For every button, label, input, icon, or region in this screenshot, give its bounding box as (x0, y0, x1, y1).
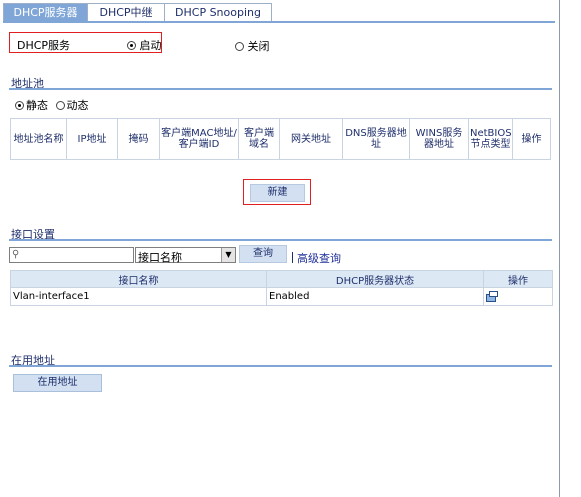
pool-static-option[interactable]: 静态 (15, 99, 54, 112)
pool-table-header: 地址池名称 IP地址 掩码 客户端MAC地址/客户端ID 客户端域名 网关地址 … (10, 118, 551, 160)
col-wins-server: WINS服务器地址 (409, 118, 469, 160)
edit-icon[interactable] (486, 290, 498, 302)
tab-underline (3, 21, 555, 23)
pool-mode-row: 静态 动态 (15, 97, 93, 113)
service-disable-option[interactable]: 关闭 (235, 38, 270, 54)
search-field-select[interactable]: 接口名称 ▼ (135, 247, 236, 264)
link-divider (292, 252, 293, 263)
pool-static-label: 静态 (26, 99, 48, 112)
pool-section-line (9, 88, 552, 90)
pool-dynamic-option[interactable]: 动态 (55, 99, 91, 112)
radio-off-icon[interactable] (55, 101, 65, 110)
search-field-value: 接口名称 (138, 251, 182, 264)
col-interface-operation: 操作 (483, 270, 553, 288)
dhcp-service-label: DHCP服务 (17, 39, 71, 52)
tab-dhcp-server[interactable]: DHCP服务器 (3, 3, 88, 21)
col-pool-name: 地址池名称 (10, 118, 67, 160)
service-enable-option[interactable]: 启动 (127, 37, 162, 53)
advanced-query-link[interactable]: 高级查询 (292, 250, 341, 266)
interface-name-cell: Vlan-interface1 (10, 287, 267, 306)
service-disable-label: 关闭 (247, 40, 270, 53)
new-pool-button[interactable]: 新建 (250, 184, 305, 202)
interface-status-cell: Enabled (266, 287, 484, 306)
interface-section-line (9, 239, 552, 241)
in-use-address-button[interactable]: 在用地址 (13, 374, 102, 392)
col-client-domain: 客户端域名 (238, 118, 280, 160)
advanced-query-label: 高级查询 (297, 252, 341, 265)
radio-off-icon[interactable] (235, 42, 244, 51)
dhcp-service-box: DHCP服务 启动 (9, 32, 162, 53)
interface-table: 接口名称 DHCP服务器状态 操作 Vlan-interface1 Enable… (10, 270, 553, 306)
query-button[interactable]: 查询 (239, 245, 287, 263)
tab-dhcp-relay[interactable]: DHCP中继 (87, 3, 165, 21)
col-operation: 操作 (512, 118, 551, 160)
search-icon: ⚲ (12, 249, 20, 260)
col-ip-address: IP地址 (66, 118, 118, 160)
tab-bar: DHCP服务器 DHCP中继 DHCP Snooping (3, 3, 272, 21)
interface-action-cell (483, 287, 553, 306)
interface-search-input[interactable]: ⚲ (9, 247, 134, 263)
chevron-down-icon[interactable]: ▼ (221, 248, 235, 262)
tab-dhcp-snooping[interactable]: DHCP Snooping (164, 3, 272, 21)
pool-dynamic-label: 动态 (66, 99, 89, 112)
col-client-mac: 客户端MAC地址/客户端ID (159, 118, 239, 160)
col-gateway: 网关地址 (279, 118, 343, 160)
col-netbios-type: NetBIOS节点类型 (468, 118, 513, 160)
col-dhcp-server-status: DHCP服务器状态 (266, 270, 484, 288)
radio-on-icon[interactable] (15, 101, 24, 110)
pool-table: 地址池名称 IP地址 掩码 客户端MAC地址/客户端ID 客户端域名 网关地址 … (10, 118, 551, 160)
in-use-section-line (9, 365, 552, 367)
interface-table-header: 接口名称 DHCP服务器状态 操作 (10, 270, 553, 288)
radio-on-icon[interactable] (127, 41, 136, 50)
col-interface-name: 接口名称 (10, 270, 267, 288)
dhcp-config-panel: DHCP服务器 DHCP中继 DHCP Snooping DHCP服务 启动 关… (0, 0, 560, 497)
table-row: Vlan-interface1 Enabled (10, 287, 553, 306)
col-dns-server: DNS服务器地址 (342, 118, 410, 160)
service-enable-label: 启动 (139, 39, 162, 52)
col-mask: 掩码 (117, 118, 160, 160)
